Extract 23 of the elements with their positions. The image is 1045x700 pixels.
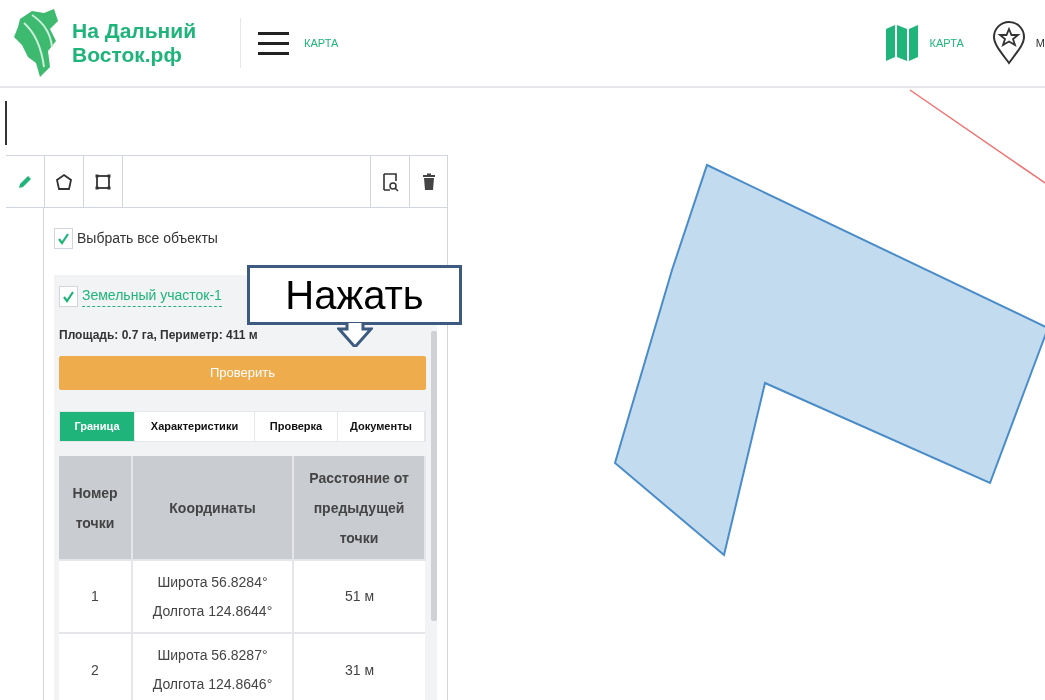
down-arrow-icon <box>336 323 373 347</box>
pin-star-icon <box>991 21 1026 65</box>
select-all-checkbox[interactable] <box>54 228 73 249</box>
table-cell: 2 <box>59 633 132 700</box>
nav-link[interactable]: М <box>991 21 1045 65</box>
menu-button[interactable] <box>258 31 290 55</box>
checkmark-icon <box>62 289 75 303</box>
table-cell: 31 м <box>293 633 425 700</box>
callout-label: Нажать <box>247 265 462 325</box>
checkmark-icon <box>57 232 70 245</box>
table-cell: Широта 56.8287° Долгота 124.8646° <box>132 633 293 700</box>
scrollbar[interactable] <box>431 331 437 621</box>
menu-label: КАРТА <box>304 35 339 51</box>
brand-name: На Дальний <box>72 19 197 43</box>
brand-name: Восток.рф <box>72 43 183 67</box>
trash-icon <box>421 172 436 191</box>
object-checkbox[interactable] <box>59 285 78 307</box>
select-all-label: Выбрать все объекты <box>77 229 218 248</box>
area-perimeter-text: Площадь: 0.7 га, Периметр: 411 м <box>59 327 258 344</box>
map-icon <box>883 23 920 63</box>
zoom-to-area-icon <box>381 171 399 192</box>
polygon-icon <box>54 171 74 192</box>
table-cell: 51 м <box>293 560 425 633</box>
